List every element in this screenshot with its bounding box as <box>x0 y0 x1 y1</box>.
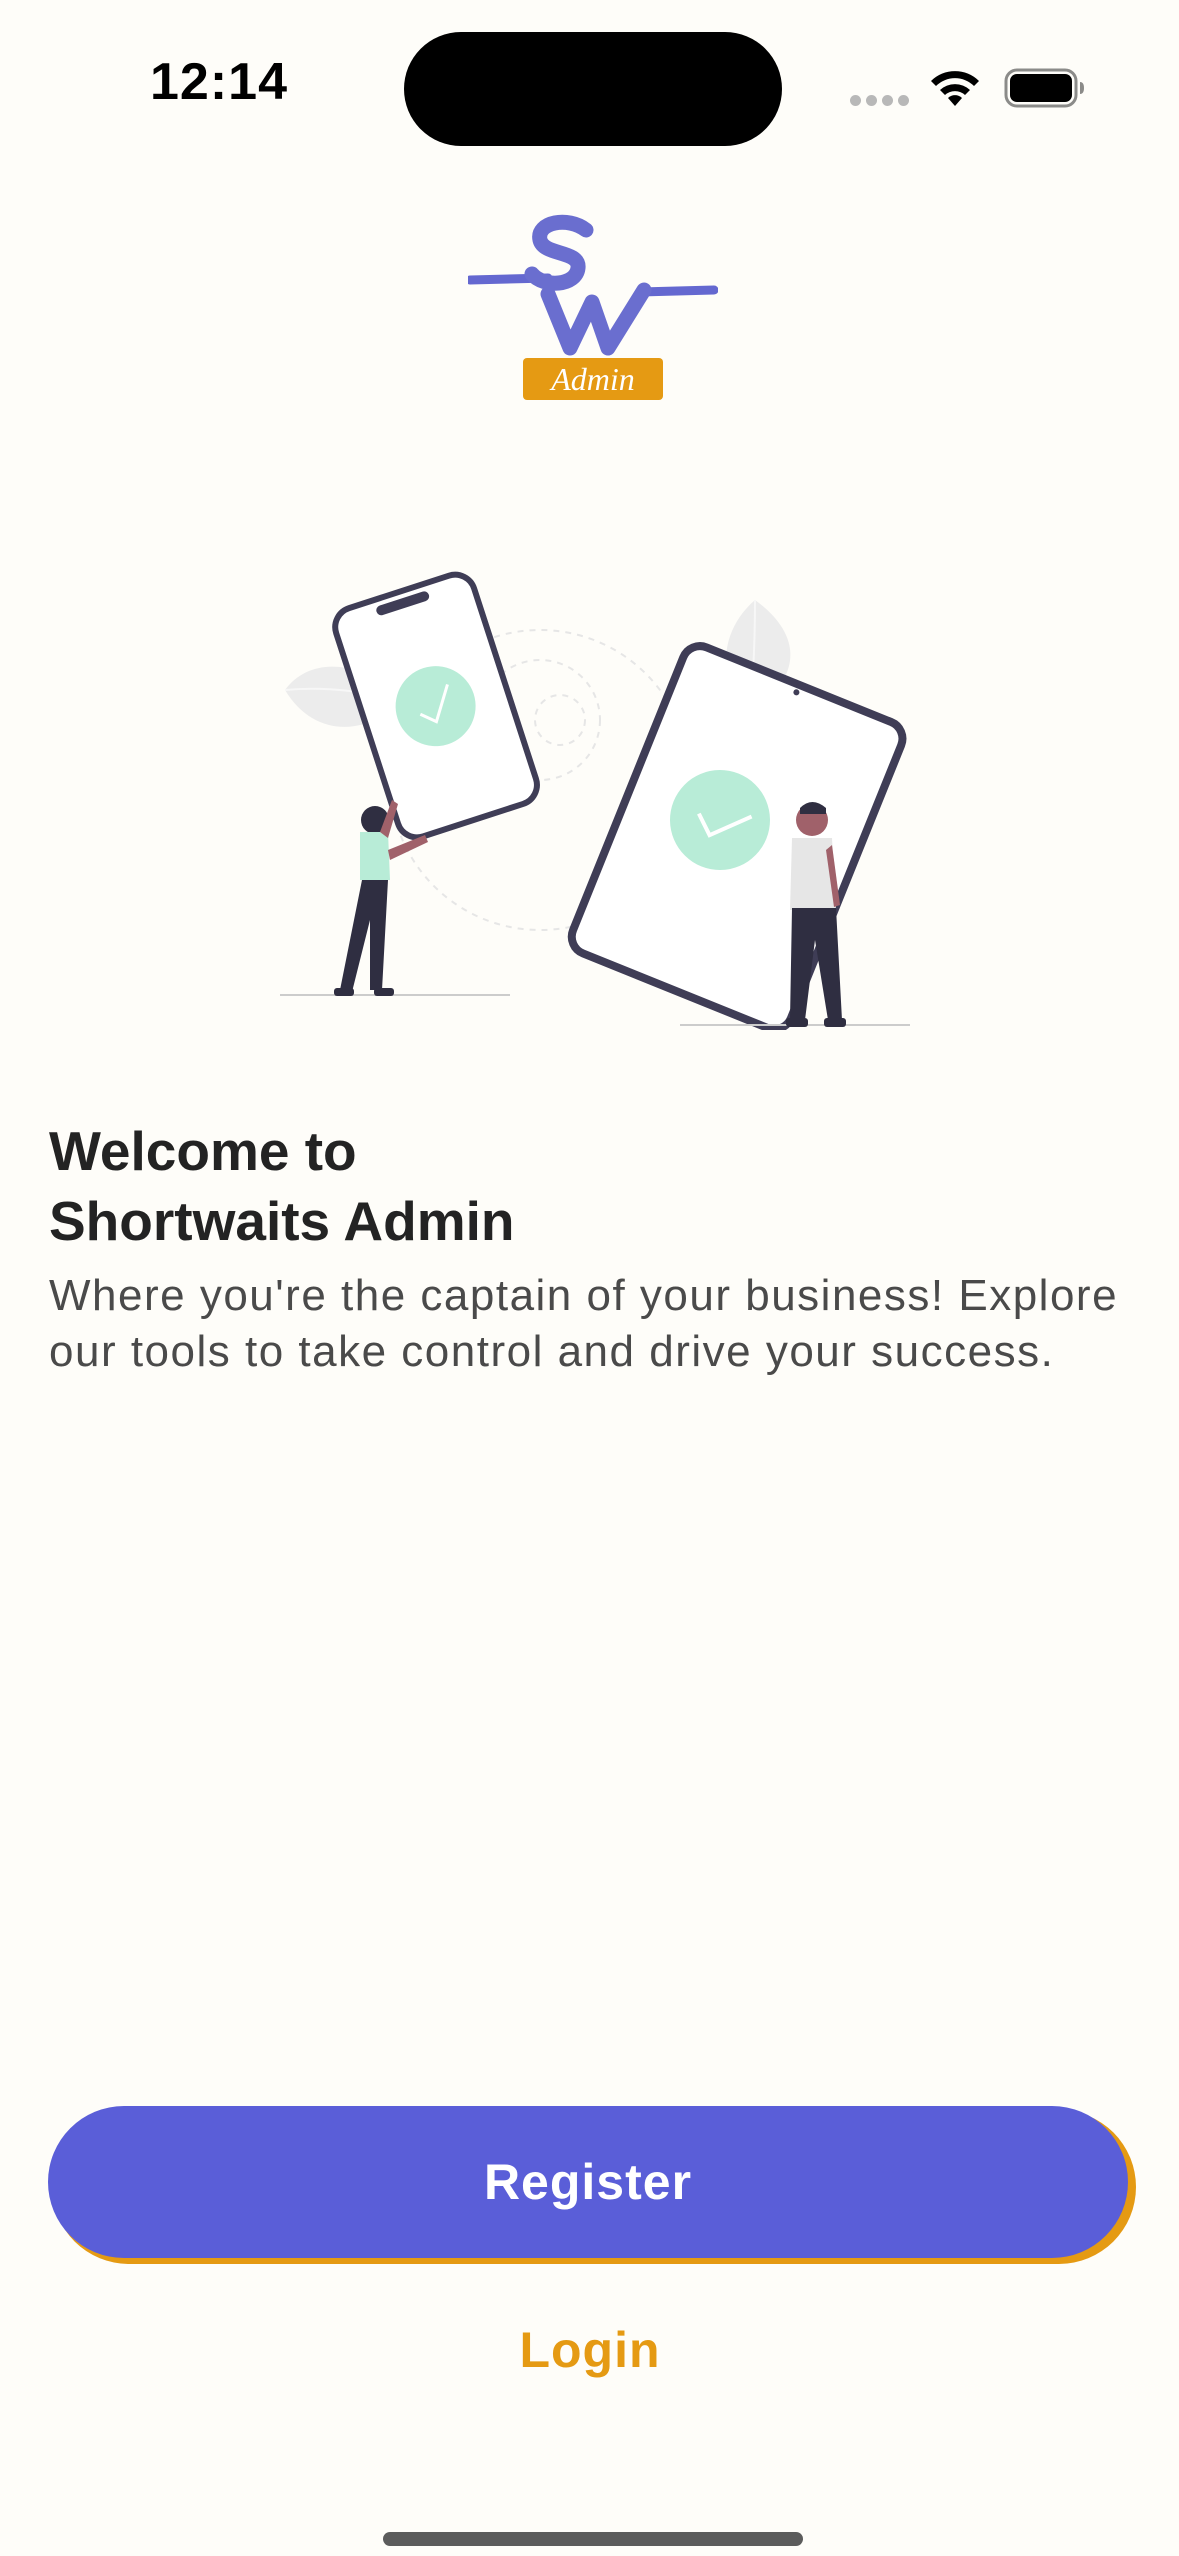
login-button[interactable]: Login <box>390 2310 790 2390</box>
welcome-title: Welcome to Shortwaits Admin <box>49 1116 1129 1256</box>
register-button[interactable]: Register <box>48 2106 1128 2258</box>
cellular-signal-icon <box>850 95 910 107</box>
dynamic-island <box>404 32 782 146</box>
welcome-title-line1: Welcome to <box>49 1120 357 1182</box>
welcome-illustration <box>280 571 910 1030</box>
home-indicator[interactable] <box>383 2532 803 2546</box>
welcome-subtitle: Where you're the captain of your busines… <box>49 1271 1119 1376</box>
battery-icon <box>1004 68 1084 108</box>
logo-badge-text: Admin <box>549 361 635 397</box>
tablet-icon <box>567 642 907 1030</box>
status-bar: 12:14 <box>0 0 1179 170</box>
shortwaits-admin-logo: Admin <box>468 214 718 400</box>
wifi-icon <box>931 71 979 106</box>
phone-icon <box>332 571 540 841</box>
welcome-title-line2: Shortwaits Admin <box>49 1190 515 1252</box>
status-time: 12:14 <box>150 53 288 111</box>
